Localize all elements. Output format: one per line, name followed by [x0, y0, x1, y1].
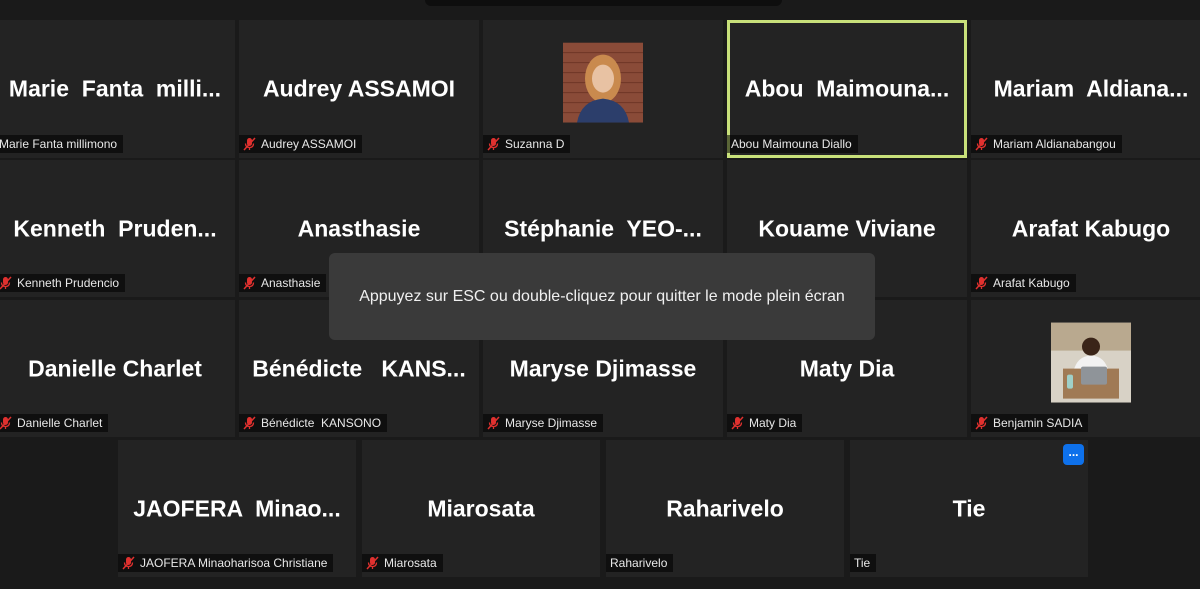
participant-display-name: Kenneth Pruden... [13, 215, 217, 241]
mic-muted-icon [487, 416, 500, 430]
participant-tile[interactable]: Marie Fanta milli... Marie Fanta millimon… [0, 20, 235, 158]
participant-display-name: Bénédicte KANS... [252, 355, 466, 381]
participant-label-text: Marie Fanta millimono [0, 137, 118, 151]
participant-label-text: Benjamin SADIA [993, 416, 1083, 430]
participant-name-label: Audrey ASSAMOI [239, 135, 363, 153]
mic-muted-icon [975, 137, 988, 151]
participant-display-name: Arafat Kabugo [1011, 215, 1171, 241]
participant-label-text: Arafat Kabugo [993, 276, 1070, 290]
mic-muted-icon [366, 556, 379, 570]
participant-name-label: JAOFERA Minaoharisoa Christiane [118, 554, 334, 572]
participant-name-label: Tie [850, 554, 877, 572]
participant-display-name: Kouame Viviane [758, 215, 936, 241]
participant-name-label: Anasthasie [239, 274, 327, 292]
participant-tile[interactable]: Benjamin SADIA [971, 300, 1200, 437]
participant-display-name: Danielle Charlet [28, 355, 202, 381]
participant-display-name: Tie [952, 495, 986, 521]
participant-label-text: Miarosata [384, 556, 437, 570]
participant-display-name: Miarosata [427, 495, 535, 521]
participant-label-text: Tie [854, 556, 871, 570]
participant-name-label: Bénédicte KANSONO [239, 414, 388, 432]
mic-muted-icon [243, 416, 256, 430]
participant-tile[interactable]: JAOFERA Minao... JAOFERA Minaoharisoa Chr… [118, 440, 356, 577]
participant-name-label: Suzanna D [483, 135, 571, 153]
participant-label-text: Kenneth Prudencio [17, 276, 120, 290]
participant-label-text: Audrey ASSAMOI [261, 137, 357, 151]
participant-tile[interactable]: Miarosata Miarosata [362, 440, 600, 577]
participant-video-thumbnail [563, 42, 643, 123]
participant-display-name: JAOFERA Minao... [133, 495, 341, 521]
mic-muted-icon [487, 137, 500, 151]
participant-tile[interactable]: Danielle Charlet Danielle Charlet [0, 300, 235, 437]
participant-name-label: Miarosata [362, 554, 443, 572]
participant-tile[interactable]: Tie Tie... [850, 440, 1088, 577]
participant-display-name: Audrey ASSAMOI [262, 75, 456, 102]
top-toolbar-handle [425, 0, 782, 6]
participant-label-text: Raharivelo [610, 556, 668, 570]
participant-label-text: Danielle Charlet [17, 416, 103, 430]
participant-display-name: Anasthasie [297, 215, 421, 241]
participant-name-label: Kenneth Prudencio [0, 274, 126, 292]
participant-label-text: JAOFERA Minaoharisoa Christiane [140, 556, 328, 570]
participant-display-name: Marie Fanta milli... [8, 75, 222, 102]
mic-muted-icon [243, 137, 256, 151]
participant-display-name: Maty Dia [799, 355, 895, 381]
mic-muted-icon [731, 416, 744, 430]
participant-tile[interactable]: Raharivelo Raharivelo [606, 440, 844, 577]
participant-name-label: Marie Fanta millimono [0, 135, 124, 153]
participant-label-text: Bénédicte KANSONO [261, 416, 382, 430]
participant-tile[interactable]: Audrey ASSAMOI Audrey ASSAMOI [239, 20, 479, 158]
participant-name-label: Mariam Aldianabangou [971, 135, 1122, 153]
mic-muted-icon [0, 416, 12, 430]
participant-tile[interactable]: Mariam Aldiana... Mariam Aldianabangou [971, 20, 1200, 158]
participant-name-label: Raharivelo [606, 554, 674, 572]
participant-name-label: Benjamin SADIA [971, 414, 1089, 432]
participant-name-label: Maty Dia [727, 414, 803, 432]
participant-video-thumbnail [1051, 322, 1131, 403]
participant-name-label: Arafat Kabugo [971, 274, 1076, 292]
participant-display-name: Stéphanie YEO-... [504, 215, 702, 241]
participant-label-text: Anasthasie [261, 276, 321, 290]
participant-label-text: Suzanna D [505, 137, 565, 151]
mic-muted-icon [0, 276, 12, 290]
fullscreen-notice: Appuyez sur ESC ou double-cliquez pour q… [329, 253, 875, 340]
participant-label-text: Abou Maimouna Diallo [731, 137, 852, 151]
mic-muted-icon [243, 276, 256, 290]
participant-tile[interactable]: Abou Maimouna... Abou Maimouna Diallo [727, 20, 967, 158]
participant-name-label: Abou Maimouna Diallo [727, 135, 858, 153]
fullscreen-notice-text: Appuyez sur ESC ou double-cliquez pour q… [359, 287, 845, 305]
participant-name-label: Danielle Charlet [0, 414, 109, 432]
participant-label-text: Maryse Djimasse [505, 416, 598, 430]
mic-muted-icon [975, 416, 988, 430]
participant-tile[interactable]: Suzanna D [483, 20, 723, 158]
participant-label-text: Maty Dia [749, 416, 797, 430]
participant-display-name: Abou Maimouna... [744, 75, 950, 102]
participant-display-name: Mariam Aldiana... [993, 75, 1189, 102]
participant-label-text: Mariam Aldianabangou [993, 137, 1116, 151]
participant-display-name: Maryse Djimasse [509, 355, 697, 381]
participant-display-name: Raharivelo [666, 495, 784, 521]
more-options-button[interactable]: ... [1063, 444, 1084, 465]
participant-tile[interactable]: Kenneth Pruden... Kenneth Prudencio [0, 160, 235, 297]
mic-muted-icon [975, 276, 988, 290]
participant-tile[interactable]: Arafat Kabugo Arafat Kabugo [971, 160, 1200, 297]
participant-name-label: Maryse Djimasse [483, 414, 604, 432]
mic-muted-icon [122, 556, 135, 570]
